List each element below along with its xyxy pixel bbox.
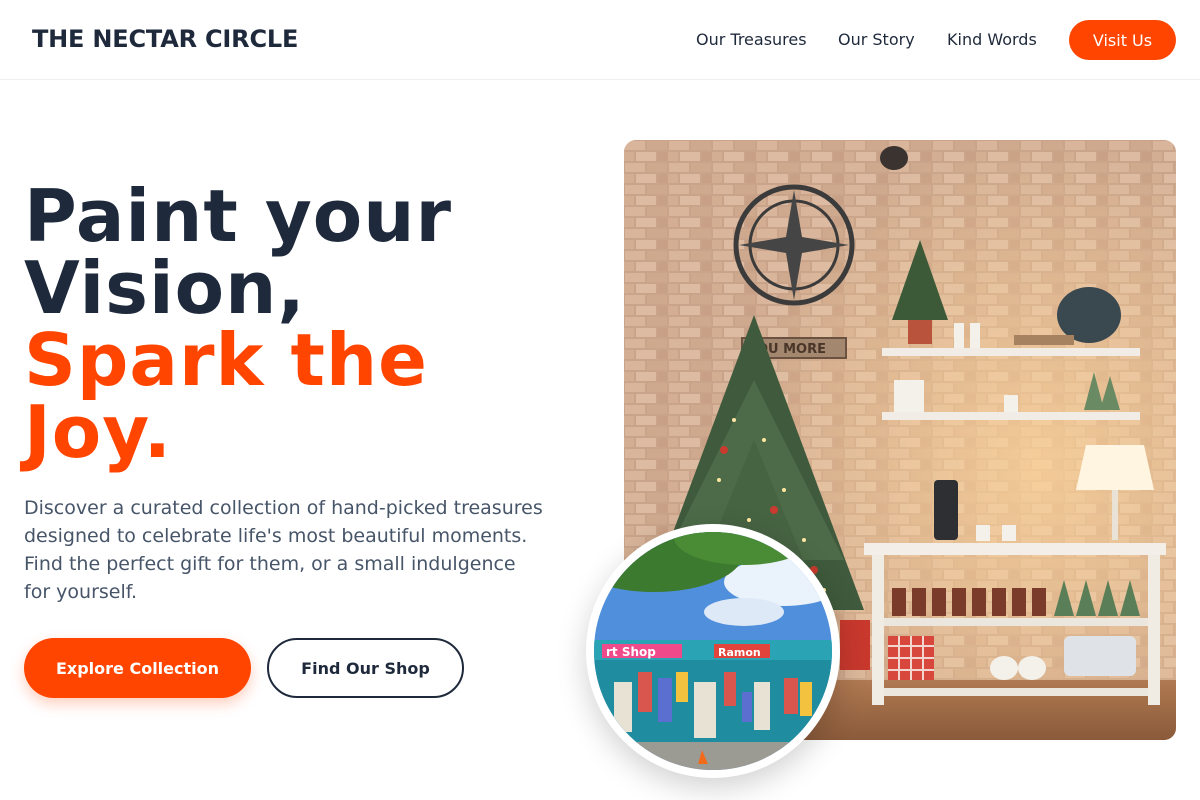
visit-us-button[interactable]: Visit Us — [1069, 20, 1176, 60]
shop-exterior-photo-frame: rt Shop Ramon — [594, 532, 832, 770]
badge-sign-left-text: rt Shop — [606, 645, 656, 659]
hero-title-line-3: Spark the — [24, 318, 428, 402]
brand-logo[interactable]: THE NECTAR CIRCLE — [32, 25, 298, 53]
hero-title-line-4: Joy. — [24, 390, 172, 474]
badge-sign-right-text: Ramon — [718, 646, 761, 659]
hero-title: Paint your Vision, Spark the Joy. — [24, 180, 584, 468]
find-our-shop-button[interactable]: Find Our Shop — [267, 638, 464, 698]
hero-description: Discover a curated collection of hand-pi… — [24, 497, 543, 603]
shop-exterior-photo: rt Shop Ramon — [586, 524, 840, 778]
hero-title-line-2: Vision, — [24, 246, 306, 330]
nav-link-our-story[interactable]: Our Story — [838, 30, 915, 49]
top-navbar: THE NECTAR CIRCLE Our Treasures Our Stor… — [0, 0, 1200, 80]
compass-decor — [733, 184, 855, 306]
explore-collection-button[interactable]: Explore Collection — [24, 638, 251, 698]
hero-title-line-1: Paint your — [24, 174, 453, 258]
nav-link-kind-words[interactable]: Kind Words — [947, 30, 1037, 49]
nav-link-our-treasures[interactable]: Our Treasures — [696, 30, 807, 49]
